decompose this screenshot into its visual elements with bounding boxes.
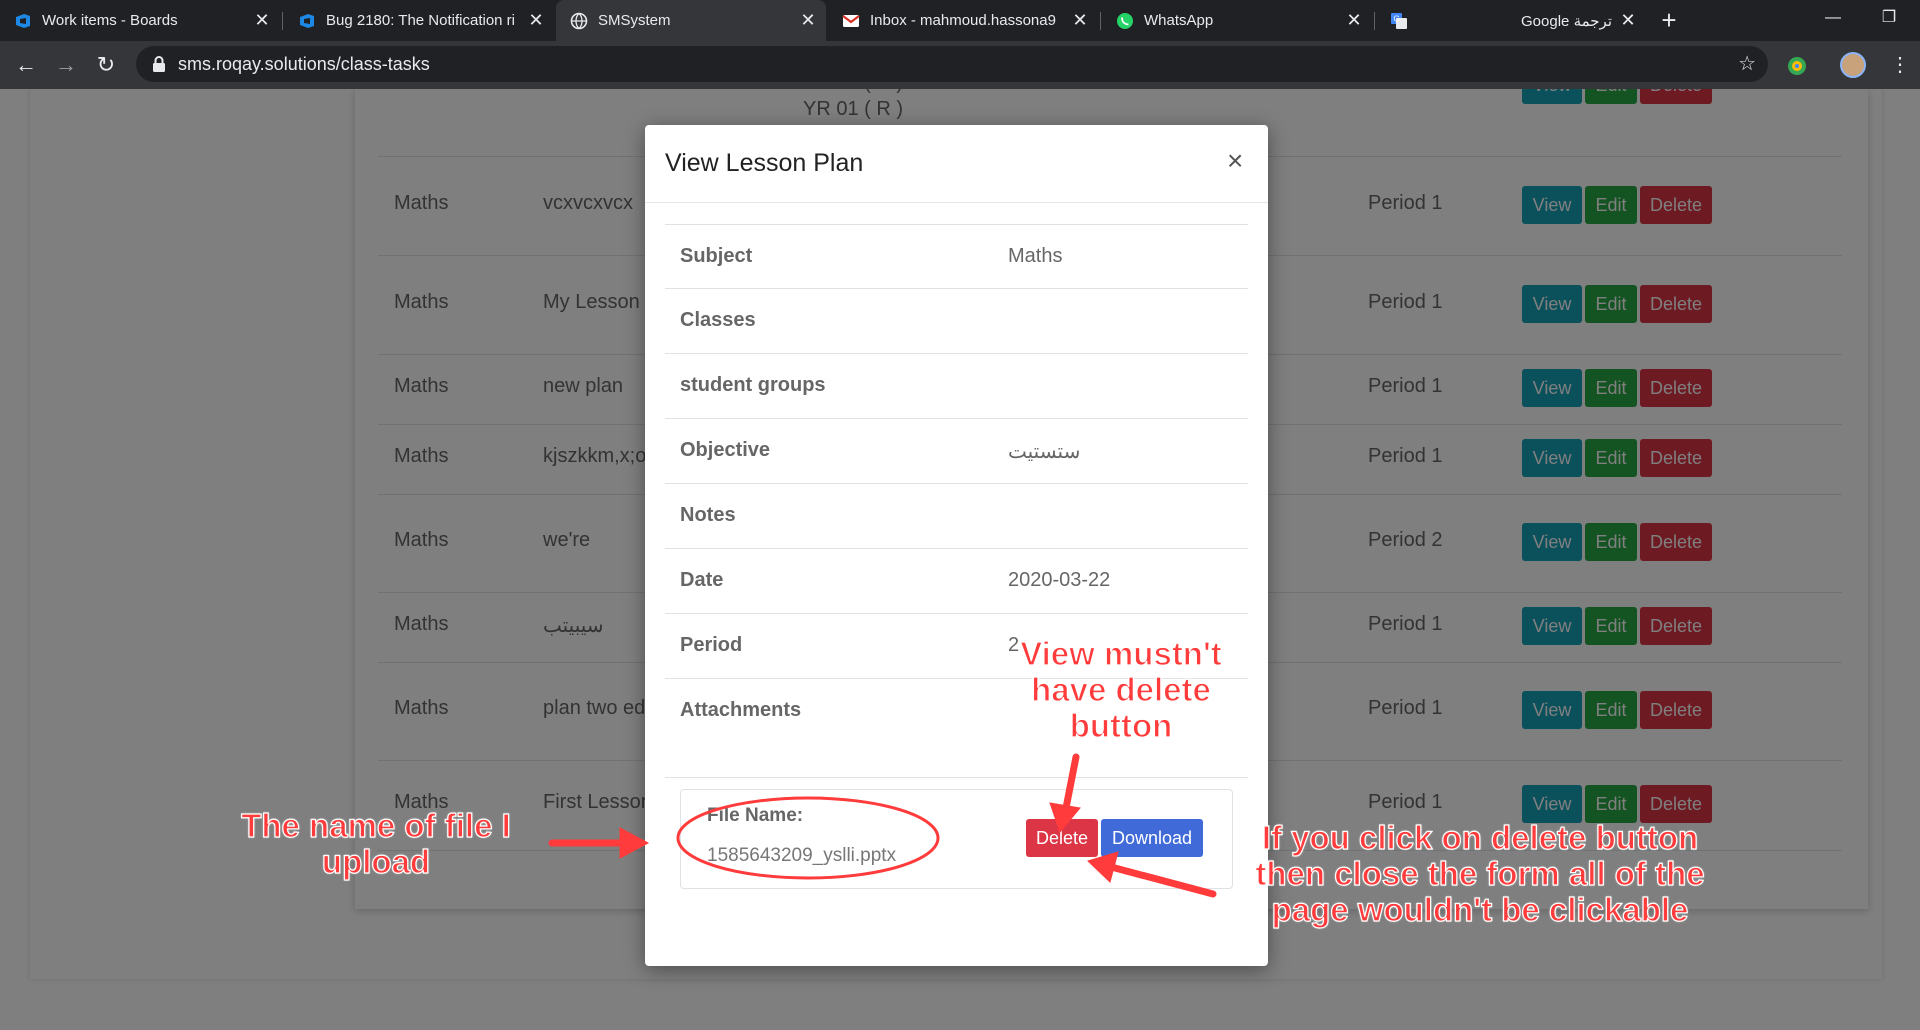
annotation-click-issue: If you click on delete button then close…	[1250, 819, 1710, 928]
whatsapp-icon	[1117, 12, 1133, 29]
avatar[interactable]	[1840, 52, 1866, 78]
browser-toolbar: ← → ↻ sms.roqay.solutions/class-tasks ☆ …	[0, 41, 1920, 89]
restore-button[interactable]: ❐	[1861, 0, 1917, 36]
azure-devops-icon	[300, 13, 314, 28]
annotation-line: View mustn't	[1020, 635, 1223, 672]
detail-value: ستستيت	[1008, 441, 1081, 463]
detail-value: 2020-03-22	[1008, 569, 1111, 591]
globe-icon	[570, 12, 588, 29]
gmail-icon	[842, 14, 860, 27]
extension-icon[interactable]	[1786, 55, 1808, 77]
tab-work-items[interactable]: Work items - Boards ✕	[0, 0, 280, 41]
close-icon[interactable]: ✕	[1070, 10, 1090, 31]
tab-divider	[282, 12, 283, 30]
tab-title: SMSystem	[598, 12, 671, 29]
annotation-line: page wouldn't be clickable	[1271, 891, 1689, 928]
view-lesson-plan-modal: View Lesson Plan × Subject Maths Classes…	[645, 125, 1268, 966]
tab-divider	[1100, 12, 1101, 30]
annotation-line: then close the form all of the	[1255, 855, 1705, 892]
detail-row-objective: Objective ستستيت	[665, 418, 1248, 483]
tab-smsystem[interactable]: SMSystem ✕	[556, 0, 826, 41]
lock-icon	[153, 56, 165, 72]
browser-tab-strip: Work items - Boards ✕ Bug 2180: The Noti…	[0, 0, 1920, 41]
reload-icon[interactable]: ↻	[90, 49, 122, 81]
modal-header: View Lesson Plan ×	[645, 125, 1268, 203]
detail-key: Subject	[680, 245, 753, 267]
bookmark-star-icon[interactable]: ☆	[1738, 46, 1756, 82]
tab-whatsapp[interactable]: WhatsApp ✕	[1102, 0, 1372, 41]
attachment-card: File Name: 1585643209_yslli.pptx Delete …	[680, 789, 1233, 889]
tab-title: WhatsApp	[1144, 12, 1214, 29]
tab-title: Bug 2180: The Notification ri	[326, 12, 516, 29]
menu-kebab-icon[interactable]: ⋮	[1890, 51, 1910, 79]
detail-row-date: Date 2020-03-22	[665, 548, 1248, 613]
tab-title: Inbox - mahmoud.hassona9	[870, 12, 1056, 29]
close-icon[interactable]: ✕	[252, 10, 272, 31]
tab-title: Google ترجمة	[1521, 12, 1612, 30]
address-bar[interactable]: sms.roqay.solutions/class-tasks ☆	[136, 46, 1768, 82]
detail-row-subject: Subject Maths	[665, 224, 1248, 289]
tab-inbox[interactable]: Inbox - mahmoud.hassona9 ✕	[828, 0, 1098, 41]
modal-title: View Lesson Plan	[665, 149, 864, 177]
tab-bug-2180[interactable]: Bug 2180: The Notification ri ✕	[284, 0, 554, 41]
tab-google-translate[interactable]: G Google ترجمة ✕	[1376, 0, 1646, 41]
close-icon[interactable]: ✕	[526, 10, 546, 31]
delete-attachment-button[interactable]: Delete	[1026, 819, 1098, 857]
annotation-view-delete: View mustn't have delete button	[1006, 635, 1236, 744]
close-icon[interactable]: ×	[1227, 145, 1243, 177]
forward-arrow-icon[interactable]: →	[50, 49, 82, 81]
new-tab-button[interactable]: +	[1655, 6, 1683, 34]
annotation-line: button	[1069, 707, 1173, 744]
tab-title: Work items - Boards	[42, 12, 178, 29]
detail-key: Classes	[680, 309, 756, 331]
svg-text:G: G	[1394, 14, 1400, 23]
url-text: sms.roqay.solutions/class-tasks	[178, 54, 430, 74]
detail-key: Date	[680, 569, 724, 591]
minimize-button[interactable]: —	[1805, 0, 1861, 36]
file-name-label: File Name:	[707, 805, 804, 826]
file-name-value: 1585643209_yslli.pptx	[707, 845, 897, 866]
detail-key: student groups	[680, 374, 826, 396]
detail-value: Maths	[1008, 245, 1063, 267]
annotation-line: The name of file I	[241, 807, 512, 844]
tab-divider	[1374, 12, 1375, 30]
close-icon[interactable]: ✕	[798, 10, 818, 31]
close-icon[interactable]: ✕	[1618, 10, 1638, 31]
detail-row-classes: Classes	[665, 288, 1248, 353]
detail-key: Period	[680, 634, 743, 656]
annotation-file-name: The name of file I upload	[226, 807, 526, 880]
back-arrow-icon[interactable]: ←	[10, 49, 42, 81]
annotation-line: have delete	[1031, 671, 1212, 708]
azure-devops-icon	[16, 13, 30, 28]
detail-key: Objective	[680, 439, 771, 461]
detail-row-student-groups: student groups	[665, 353, 1248, 418]
detail-key: Notes	[680, 504, 736, 526]
close-icon[interactable]: ✕	[1344, 10, 1364, 31]
annotation-line: If you click on delete button	[1261, 819, 1699, 856]
annotation-line: upload	[321, 843, 431, 880]
detail-row-notes: Notes	[665, 483, 1248, 548]
google-translate-icon: G	[1391, 12, 1407, 29]
download-attachment-button[interactable]: Download	[1101, 819, 1203, 857]
detail-key: Attachments	[680, 699, 802, 721]
